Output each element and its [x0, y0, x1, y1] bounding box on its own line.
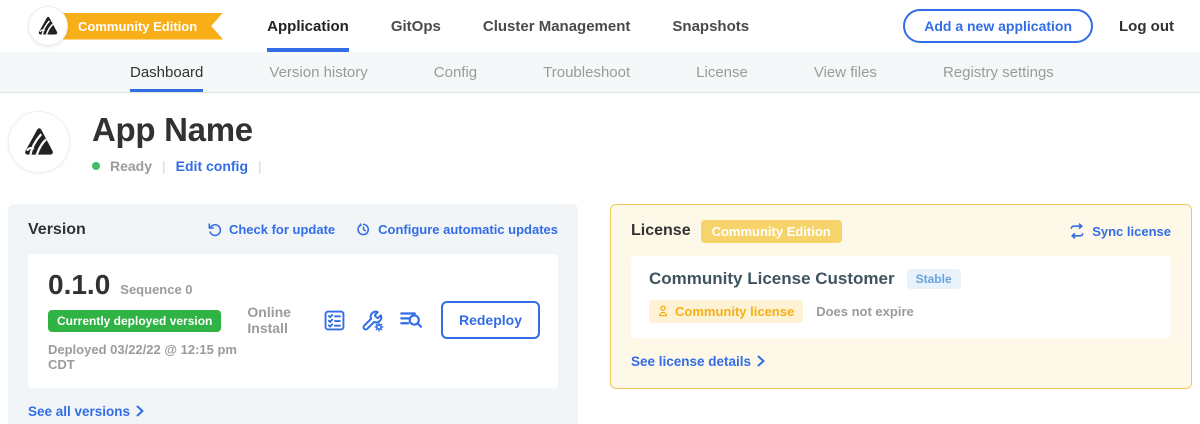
- version-info: 0.1.0 Sequence 0 Currently deployed vers…: [48, 269, 247, 372]
- replicated-logo-icon: [21, 124, 57, 160]
- wrench-gear-icon: [360, 308, 385, 333]
- current-version-box: 0.1.0 Sequence 0 Currently deployed vers…: [28, 254, 558, 388]
- diff-magnifier-icon: [398, 307, 424, 333]
- app-avatar: [8, 111, 70, 173]
- configure-automatic-updates-link[interactable]: Configure automatic updates: [355, 221, 558, 238]
- top-nav-right: Add a new application Log out: [903, 9, 1174, 43]
- tab-registry-settings[interactable]: Registry settings: [943, 52, 1054, 92]
- see-all-versions-link[interactable]: See all versions: [28, 404, 558, 419]
- version-card-title: Version: [28, 221, 86, 239]
- tab-license[interactable]: License: [696, 52, 748, 92]
- expiry-text: Does not expire: [816, 304, 914, 319]
- license-card: License Community Edition Sync license C…: [610, 204, 1192, 389]
- edit-config-link[interactable]: Edit config: [176, 158, 248, 174]
- chevron-right-icon: [136, 405, 144, 417]
- customer-name: Community License Customer: [649, 269, 895, 289]
- divider: |: [162, 158, 166, 174]
- auto-update-clock-icon: [355, 221, 372, 238]
- see-license-details-link[interactable]: See license details: [631, 354, 1171, 369]
- tab-version-history[interactable]: Version history: [269, 52, 367, 92]
- replicated-logo[interactable]: [28, 6, 68, 46]
- add-new-application-button[interactable]: Add a new application: [903, 9, 1093, 43]
- brand: Community Edition: [28, 6, 223, 46]
- primary-nav: Application GitOps Cluster Management Sn…: [267, 0, 749, 52]
- sequence-label: Sequence 0: [120, 282, 192, 297]
- app-header-text: App Name Ready | Edit config |: [92, 111, 262, 174]
- view-diff-button[interactable]: [398, 307, 424, 333]
- community-edition-ribbon: Community Edition: [48, 13, 223, 40]
- app-status-row: Ready | Edit config |: [92, 158, 262, 174]
- top-nav-bar: Community Edition Application GitOps Clu…: [0, 0, 1200, 52]
- deployed-timestamp: Deployed 03/22/22 @ 12:15 pm CDT: [48, 342, 247, 372]
- page-title: App Name: [92, 111, 262, 149]
- app-sub-nav: Dashboard Version history Config Trouble…: [0, 52, 1200, 93]
- replicated-logo-icon: [36, 14, 60, 38]
- license-type-badge: Community license: [649, 300, 803, 323]
- nav-item-application[interactable]: Application: [267, 0, 349, 52]
- release-notes-button[interactable]: [322, 308, 347, 333]
- divider: |: [258, 158, 262, 174]
- currently-deployed-badge: Currently deployed version: [48, 310, 221, 332]
- tab-view-files[interactable]: View files: [814, 52, 877, 92]
- release-notes-icon: [322, 308, 347, 333]
- check-for-update-link[interactable]: Check for update: [207, 221, 335, 238]
- redeploy-button[interactable]: Redeploy: [441, 301, 540, 339]
- nav-item-cluster-management[interactable]: Cluster Management: [483, 0, 631, 52]
- edit-config-button[interactable]: [360, 308, 385, 333]
- chevron-right-icon: [757, 355, 765, 367]
- sync-icon: [1068, 222, 1086, 240]
- person-icon: [656, 304, 670, 318]
- version-card: Version Check for update Configure au: [8, 204, 578, 424]
- version-controls: Online Install: [247, 301, 540, 339]
- version-number: 0.1.0: [48, 269, 110, 301]
- app-header: App Name Ready | Edit config |: [0, 93, 1200, 174]
- sync-license-link[interactable]: Sync license: [1068, 222, 1171, 240]
- license-card-title: License: [631, 222, 691, 240]
- tab-config[interactable]: Config: [434, 52, 477, 92]
- install-type-label: Online Install: [247, 304, 306, 336]
- channel-badge: Stable: [907, 269, 961, 289]
- nav-item-gitops[interactable]: GitOps: [391, 0, 441, 52]
- nav-item-snapshots[interactable]: Snapshots: [672, 0, 749, 52]
- status-dot-icon: [92, 162, 100, 170]
- logout-button[interactable]: Log out: [1119, 18, 1174, 35]
- community-edition-badge: Community Edition: [701, 220, 842, 243]
- status-text: Ready: [110, 158, 152, 174]
- tab-dashboard[interactable]: Dashboard: [130, 52, 203, 92]
- tab-troubleshoot[interactable]: Troubleshoot: [543, 52, 630, 92]
- dashboard-cards: Version Check for update Configure au: [0, 204, 1200, 424]
- refresh-icon: [207, 222, 223, 238]
- license-info-box: Community License Customer Stable Commun…: [631, 256, 1171, 338]
